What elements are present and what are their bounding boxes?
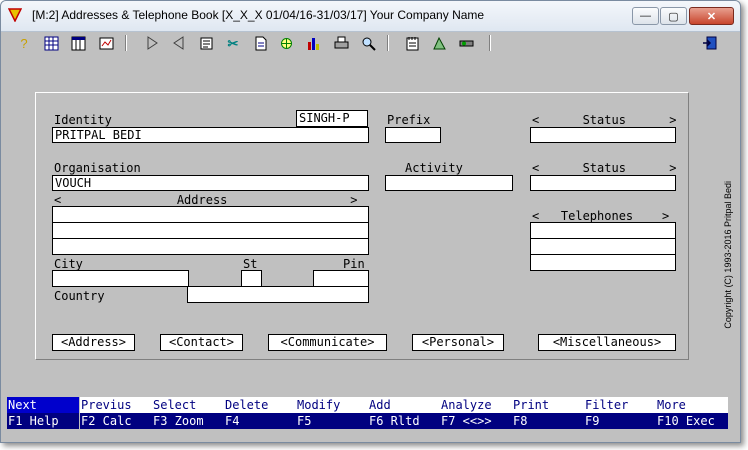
fkey-label: F8 bbox=[512, 413, 584, 429]
document-icon[interactable] bbox=[251, 34, 269, 52]
next-icon[interactable] bbox=[143, 34, 161, 52]
chart-icon[interactable] bbox=[304, 34, 322, 52]
pin-field[interactable] bbox=[313, 270, 369, 287]
tools-icon[interactable]: ✂ bbox=[224, 34, 242, 52]
exit-icon[interactable] bbox=[701, 34, 719, 52]
address-label: < Address > bbox=[54, 193, 358, 207]
fkey-print[interactable]: Print F8 bbox=[512, 397, 584, 431]
fkey-label: Modify bbox=[296, 397, 368, 413]
fkey-modify[interactable]: Modify F5 bbox=[296, 397, 368, 431]
telephone-line-1[interactable] bbox=[530, 222, 676, 239]
fkey-previous[interactable]: Previus F2 Calc bbox=[80, 397, 152, 431]
fkey-label: F2 Calc bbox=[80, 413, 152, 429]
app-window: [M:2] Addresses & Telephone Book [X_X_X … bbox=[0, 0, 741, 443]
prefix-field[interactable] bbox=[385, 127, 441, 143]
tab-communicate[interactable]: <Communicate> bbox=[268, 334, 387, 351]
process-icon[interactable] bbox=[277, 34, 295, 52]
report-icon[interactable] bbox=[97, 34, 115, 52]
status-field-1[interactable] bbox=[530, 127, 676, 143]
fkey-label: F5 bbox=[296, 413, 368, 429]
print-icon[interactable] bbox=[332, 34, 350, 52]
toolbar-separator bbox=[387, 35, 389, 51]
activity-label: Activity bbox=[405, 161, 463, 175]
fkey-next[interactable]: Next F1 Help bbox=[7, 397, 79, 431]
fkey-label: More bbox=[656, 397, 728, 413]
telephones-label: < Telephones > bbox=[532, 209, 670, 223]
identity-label: Identity bbox=[54, 113, 112, 127]
copyright-text: Copyright (C) 1993-2016 Pritpal Bedi bbox=[723, 181, 733, 329]
country-field[interactable] bbox=[187, 286, 369, 303]
close-button[interactable]: ✕ bbox=[689, 7, 734, 25]
activity-field[interactable] bbox=[385, 175, 513, 191]
window-title: [M:2] Addresses & Telephone Book [X_X_X … bbox=[32, 8, 485, 22]
fkey-label: F1 Help bbox=[7, 413, 79, 429]
toolbar-separator bbox=[489, 35, 491, 51]
fkey-label: Print bbox=[512, 397, 584, 413]
country-label: Country bbox=[54, 289, 105, 303]
design-icon[interactable] bbox=[430, 34, 448, 52]
notes-icon[interactable] bbox=[403, 34, 421, 52]
fkey-add[interactable]: Add F6 Rltd bbox=[368, 397, 440, 431]
city-field[interactable] bbox=[52, 270, 189, 287]
help-icon[interactable]: ? bbox=[15, 34, 33, 52]
minimize-button[interactable]: — bbox=[632, 7, 659, 25]
fkey-label: Filter bbox=[584, 397, 656, 413]
tab-contact[interactable]: <Contact> bbox=[160, 334, 243, 351]
fkey-label: Add bbox=[368, 397, 440, 413]
tab-personal[interactable]: <Personal> bbox=[412, 334, 504, 351]
settings-icon[interactable] bbox=[457, 34, 475, 52]
maximize-button[interactable]: ▢ bbox=[660, 7, 687, 25]
fkey-label: Next bbox=[7, 397, 79, 413]
title-bar[interactable]: [M:2] Addresses & Telephone Book [X_X_X … bbox=[1, 1, 740, 32]
function-key-bar: Next F1 Help Previus F2 Calc Select F3 Zoom… bbox=[7, 397, 735, 431]
fkey-analyze[interactable]: Analyze F7 <<>> bbox=[440, 397, 512, 431]
prefix-label: Prefix bbox=[387, 113, 431, 127]
pin-label: Pin bbox=[343, 257, 365, 271]
fkey-more[interactable]: More F10 Exec bbox=[656, 397, 728, 431]
state-label: St bbox=[243, 257, 258, 271]
fkey-label: F10 Exec bbox=[656, 413, 728, 429]
address-line-1[interactable] bbox=[52, 206, 369, 223]
status-label-2: < Status > bbox=[532, 161, 677, 175]
fkey-filter[interactable]: Filter F9 bbox=[584, 397, 656, 431]
identity-name-field[interactable]: PRITPAL BEDI bbox=[52, 127, 369, 143]
organisation-label: Organisation bbox=[54, 161, 141, 175]
table-icon[interactable] bbox=[69, 34, 87, 52]
identity-code-field[interactable]: SINGH-P bbox=[296, 110, 368, 127]
form-icon[interactable] bbox=[197, 34, 215, 52]
state-field[interactable] bbox=[241, 270, 262, 287]
toolbar-separator bbox=[125, 35, 127, 51]
telephone-line-3[interactable] bbox=[530, 254, 676, 271]
telephone-line-2[interactable] bbox=[530, 238, 676, 255]
fkey-label: Delete bbox=[224, 397, 296, 413]
city-label: City bbox=[54, 257, 83, 271]
fkey-delete[interactable]: Delete F4 bbox=[224, 397, 296, 431]
address-line-2[interactable] bbox=[52, 222, 369, 239]
status-field-2[interactable] bbox=[530, 175, 676, 191]
app-logo-icon bbox=[8, 8, 22, 22]
fkey-label: Previus bbox=[80, 397, 152, 413]
previous-icon[interactable] bbox=[170, 34, 188, 52]
fkey-select[interactable]: Select F3 Zoom bbox=[152, 397, 224, 431]
fkey-label: Select bbox=[152, 397, 224, 413]
status-label-1: < Status > bbox=[532, 113, 677, 127]
address-line-3[interactable] bbox=[52, 238, 369, 255]
fkey-label: F7 <<>> bbox=[440, 413, 512, 429]
toolbar: ? ✂ bbox=[1, 32, 740, 54]
fkey-label: F3 Zoom bbox=[152, 413, 224, 429]
search-icon[interactable] bbox=[359, 34, 377, 52]
fkey-label: Analyze bbox=[440, 397, 512, 413]
grid-icon[interactable] bbox=[42, 34, 60, 52]
tab-miscellaneous[interactable]: <Miscellaneous> bbox=[538, 334, 676, 351]
fkey-label: F9 bbox=[584, 413, 656, 429]
fkey-label: F4 bbox=[224, 413, 296, 429]
fkey-label: F6 Rltd bbox=[368, 413, 440, 429]
organisation-field[interactable]: VOUCH bbox=[52, 175, 369, 191]
tab-address[interactable]: <Address> bbox=[52, 334, 135, 351]
